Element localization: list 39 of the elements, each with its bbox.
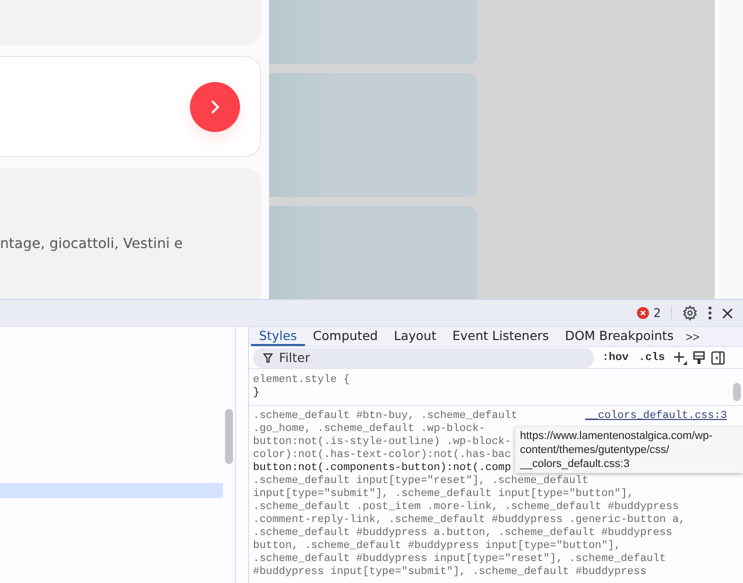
panel-tab[interactable]: Layout (386, 327, 444, 346)
filter-field[interactable]: Filter (253, 348, 594, 368)
toggle-button[interactable]: :hov (600, 352, 631, 364)
more-tabs-button[interactable]: >> (682, 327, 704, 346)
code-line: .go_home, .scheme_default .wp-block- (253, 423, 486, 436)
panel-tab[interactable]: Event Listeners (444, 327, 557, 346)
code-line: .scheme_default #buddypress a.button, .scheme_default #buddypress (253, 527, 672, 540)
scrollbar-thumb[interactable] (733, 383, 741, 401)
next-button[interactable] (190, 82, 240, 132)
code-line: button:not(.is-style-outline) .wp-block- (253, 436, 512, 449)
code-line: button, .scheme_default #buddypress input[type="button"], (253, 540, 621, 553)
settings-icon[interactable] (682, 305, 698, 321)
panel-tab[interactable]: Styles (251, 327, 305, 346)
tooltip: https://www.lamentenostalgica.com/wp- content/themes/gutentype/css/ __colors_default.css:3 (515, 427, 743, 473)
code-line: #buddypress input[type="submit"], .scheme_default #buddypress (253, 566, 647, 579)
close-icon[interactable] (722, 308, 733, 318)
plus-icon[interactable] (673, 350, 687, 365)
scrollbar-thumb[interactable] (225, 409, 233, 464)
code-line: .scheme_default #btn-buy, .scheme_default (253, 410, 518, 423)
panel-tab[interactable]: Computed (304, 327, 386, 346)
toggle-button[interactable]: .cls (636, 352, 667, 364)
code-line: .scheme_default input[type="reset"], .scheme_default (253, 475, 588, 488)
filter-icon (263, 352, 273, 363)
source-link[interactable]: __colors_default.css:3 (585, 410, 727, 423)
more-icon[interactable] (708, 306, 712, 320)
code-line: button:not(.components-button):not(.comp (253, 462, 512, 475)
code-line: .scheme_default .post_item .more-link, .scheme_default #buddypress (253, 501, 679, 514)
card-description: ntage, giocattoli, Vestini e (0, 236, 183, 252)
code-line: .comment-reply-link, .scheme_default #buddypress .generic-button a, (253, 514, 686, 527)
error-count[interactable]: 2 (637, 306, 672, 320)
code-line: .scheme_default #buddypress input[type="reset"], .scheme_default (253, 553, 666, 566)
paint-brush-icon[interactable] (693, 350, 705, 365)
code-line: color):not(.has-text-color):not(.has-bac (253, 449, 512, 462)
code-line: element.style { (253, 374, 350, 387)
code-line: } (253, 387, 260, 400)
sidebar-icon[interactable] (711, 350, 725, 365)
code-line: input[type="submit"], .scheme_default input[type="button"], (253, 488, 634, 501)
error-icon (637, 307, 650, 319)
panel-tab[interactable]: DOM Breakpoints (556, 327, 682, 346)
